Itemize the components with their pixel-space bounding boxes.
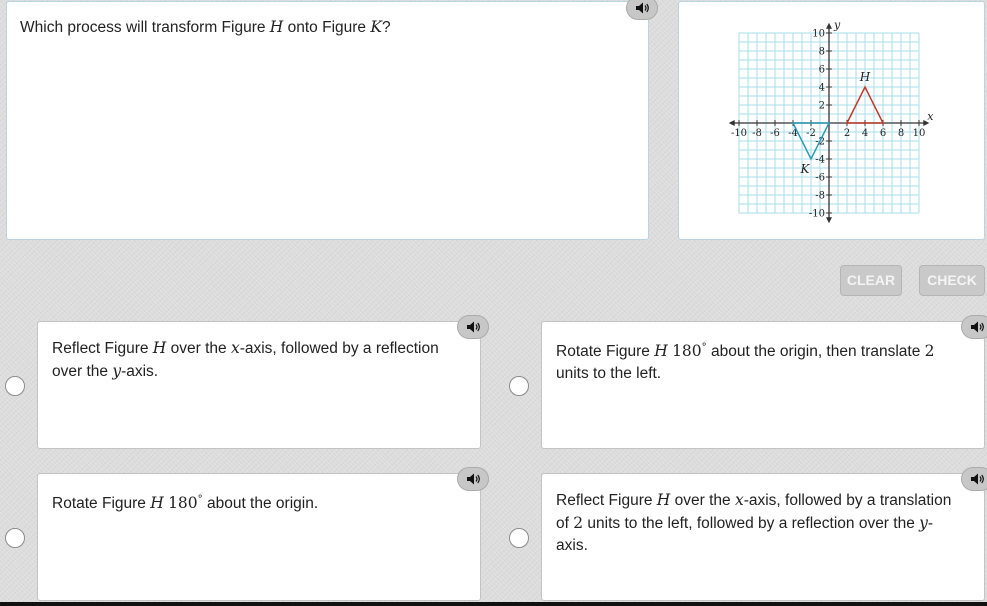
- speaker-icon: [467, 473, 480, 485]
- y-axis-arrow-down: [826, 217, 832, 224]
- choice-d-text: Reflect Figure H over the x-axis, follow…: [556, 491, 952, 554]
- y-tick-label: 4: [819, 83, 825, 94]
- speaker-icon: [467, 321, 480, 333]
- y-tick-label: 10: [812, 29, 825, 40]
- question-middle: onto Figure: [283, 19, 371, 36]
- bottom-bar: [0, 602, 987, 606]
- choice-b-audio-button[interactable]: [961, 315, 987, 339]
- choice-c-card[interactable]: Rotate Figure H 180° about the origin.: [37, 473, 481, 601]
- choice-a-text: Reflect Figure H over the x-axis, follow…: [52, 339, 439, 380]
- x-tick-label: -8: [752, 128, 762, 139]
- question-prefix: Which process will transform Figure: [20, 19, 270, 36]
- x-tick-label: 10: [913, 128, 926, 139]
- figure-h-ref: H: [269, 18, 284, 36]
- choice-c-text: Rotate Figure H 180° about the origin.: [52, 494, 319, 513]
- y-axis-label: y: [833, 19, 841, 32]
- choice-d-radio[interactable]: [509, 528, 529, 548]
- speaker-icon: [636, 2, 649, 14]
- x-tick-label: 8: [898, 128, 904, 139]
- y-tick-label: 2: [819, 101, 825, 112]
- question-suffix: ?: [381, 19, 391, 36]
- question-text: Which process will transform Figure H on…: [20, 17, 391, 38]
- choice-d-card[interactable]: Reflect Figure H over the x-axis, follow…: [541, 473, 985, 601]
- choice-a-audio-button[interactable]: [457, 315, 489, 339]
- y-tick-label: 6: [819, 65, 825, 76]
- y-tick-label: 8: [819, 47, 825, 58]
- figure-k-ref: K: [370, 18, 382, 36]
- x-tick-label: 4: [862, 128, 868, 139]
- x-tick-label: 2: [844, 128, 850, 139]
- figure-h-label: H: [859, 70, 871, 84]
- y-axis-arrow-up: [826, 22, 832, 29]
- x-tick-label: 6: [880, 128, 886, 139]
- x-tick-label: -6: [770, 128, 780, 139]
- choice-b-card[interactable]: Rotate Figure H 180° about the origin, t…: [541, 321, 985, 449]
- clear-button[interactable]: CLEAR: [840, 265, 902, 296]
- choice-b-radio[interactable]: [509, 376, 529, 396]
- x-axis-label: x: [927, 110, 934, 123]
- y-tick-label: -8: [815, 191, 825, 202]
- choice-a-radio[interactable]: [5, 376, 25, 396]
- choice-d-audio-button[interactable]: [961, 467, 987, 491]
- question-panel: Which process will transform Figure H on…: [6, 1, 649, 240]
- speaker-icon: [971, 321, 984, 333]
- figure-k-label: K: [800, 162, 811, 176]
- question-audio-button[interactable]: [626, 0, 658, 20]
- coordinate-graph: -10 -8 -6 -4 -2 2 4 6 8 10108642-2-4-6-8-10xyHK: [728, 19, 934, 224]
- graph-panel: -10 -8 -6 -4 -2 2 4 6 8 10 10 8 6 4 2 -2 -4 -6 -8 -10 x y H K: [678, 1, 985, 240]
- y-tick-label: -4: [815, 155, 825, 166]
- choice-b-text: Rotate Figure H 180° about the origin, t…: [556, 342, 935, 383]
- x-tick-label: -10: [731, 128, 747, 139]
- check-button[interactable]: CHECK: [919, 265, 985, 296]
- choice-c-audio-button[interactable]: [457, 467, 489, 491]
- speaker-icon: [971, 473, 984, 485]
- choice-c-radio[interactable]: [5, 528, 25, 548]
- choice-a-card[interactable]: Reflect Figure H over the x-axis, follow…: [37, 321, 481, 449]
- y-tick-label: -6: [815, 173, 825, 184]
- x-axis-arrow-left: [728, 120, 735, 126]
- y-tick-label: -10: [809, 209, 825, 220]
